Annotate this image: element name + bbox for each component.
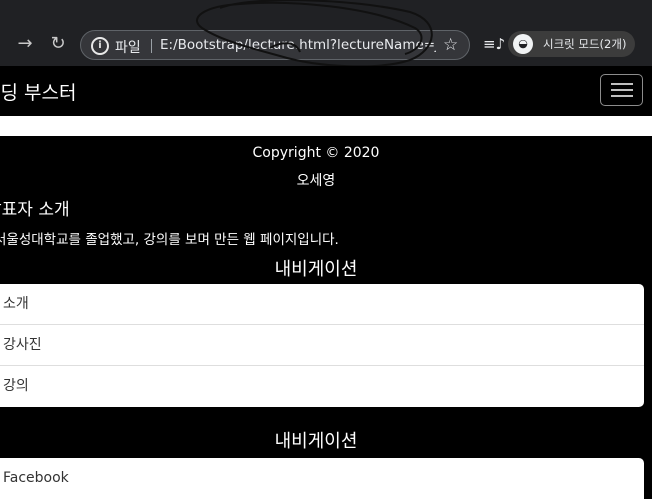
file-scheme-label: 파일 — [115, 40, 141, 56]
social-list: Facebook — [0, 458, 644, 499]
browser-toolbar: → ↻ i 파일 E:/Bootstrap/lecture.html?lectu… — [0, 0, 652, 68]
hamburger-bar — [611, 89, 633, 91]
nav-section-heading: 내비게이션 — [274, 259, 358, 280]
address-bar[interactable]: i 파일 E:/Bootstrap/lecture.html?lectureNa… — [80, 30, 470, 60]
url-text[interactable]: E:/Bootstrap/lecture.html?lectureName=Ja… — [160, 37, 436, 53]
reload-icon: ↻ — [50, 33, 66, 54]
list-item-intro[interactable]: 소개 — [0, 284, 644, 325]
author-name: 오세영 — [296, 173, 336, 189]
bookmark-star-icon[interactable]: ☆ — [443, 35, 458, 55]
intro-heading: 발표자 소개 — [0, 200, 70, 220]
hamburger-bar — [611, 95, 633, 97]
reload-button[interactable]: ↻ — [48, 34, 68, 54]
incognito-icon: ◒ — [513, 34, 533, 54]
list-item-instructors[interactable]: 강사진 — [0, 325, 644, 366]
forward-button[interactable]: → — [15, 34, 35, 54]
navbar-toggle-button[interactable] — [600, 74, 643, 106]
copyright-text: Copyright © 2020 — [252, 145, 380, 161]
nav-list: 소개 강사진 강의 — [0, 284, 644, 407]
list-item-lectures[interactable]: 강의 — [0, 366, 644, 407]
nav-section-heading: 내비게이션 — [274, 431, 358, 452]
intro-text: 서울성대학교를 졸업했고, 강의를 보며 만든 웹 페이지입니다. — [0, 232, 339, 248]
omnibox-divider — [151, 39, 152, 53]
incognito-badge[interactable]: ◒ 시크릿 모드(2개) — [508, 31, 635, 57]
site-brand[interactable]: 코딩 부스터 — [0, 78, 76, 105]
site-navbar: 코딩 부스터 — [0, 66, 652, 116]
forward-arrow-icon: → — [17, 33, 33, 54]
media-control-icon[interactable]: ≡♪ — [483, 35, 505, 53]
hamburger-bar — [611, 83, 633, 85]
page-divider — [0, 116, 652, 136]
list-item-facebook[interactable]: Facebook — [0, 458, 644, 499]
info-icon[interactable]: i — [91, 37, 109, 55]
incognito-label: 시크릿 모드(2개) — [543, 37, 627, 51]
